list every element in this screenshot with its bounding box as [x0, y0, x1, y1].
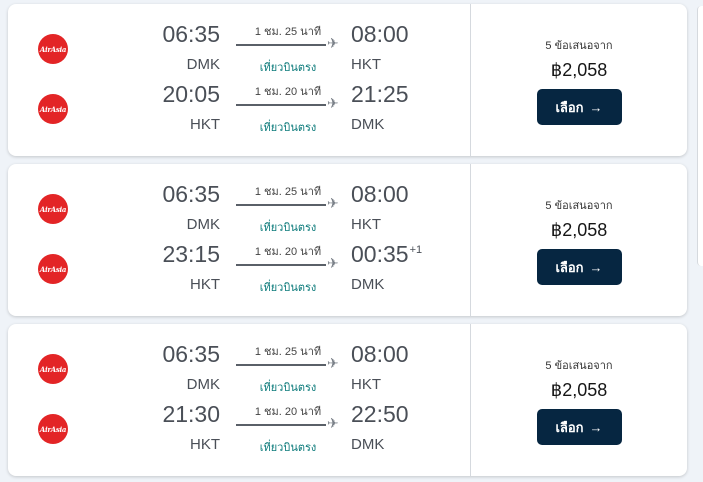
airline-logo: AirAsia	[38, 414, 68, 444]
arrival-airport: DMK	[351, 436, 385, 453]
route-line	[236, 204, 326, 206]
arrival-time-value: 21:25	[351, 81, 409, 107]
flight-leg: AirAsia 21:30 HKT 1 ชม. 20 นาที ✈ เที่ยว…	[8, 398, 470, 458]
route-line	[236, 44, 326, 46]
arrival-time-value: 00:35	[351, 241, 409, 267]
offer-panel: 5 ข้อเสนอจาก ฿2,058 เลือก →	[471, 324, 687, 476]
route-line	[236, 424, 326, 426]
arrival-airport: HKT	[351, 216, 381, 233]
offer-panel: 5 ข้อเสนอจาก ฿2,058 เลือก →	[471, 164, 687, 316]
departure-airport: DMK	[186, 216, 220, 233]
arrival-time-value: 08:00	[351, 21, 409, 47]
airline-logo: AirAsia	[38, 354, 68, 384]
flight-leg: AirAsia 20:05 HKT 1 ชม. 20 นาที ✈ เที่ยว…	[8, 78, 470, 138]
flight-leg: AirAsia 23:15 HKT 1 ชม. 20 นาที ✈ เที่ยว…	[8, 238, 470, 298]
select-button-label: เลือก	[555, 99, 584, 115]
offers-count: 5 ข้อเสนอจาก	[545, 200, 613, 212]
stops-label: เที่ยวบินตรง	[259, 442, 317, 454]
flight-legs: AirAsia 06:35 DMK 1 ชม. 25 นาที ✈ เที่ยว…	[8, 164, 470, 316]
arrival-time: 22:50	[351, 401, 410, 428]
side-panel-edge	[697, 6, 703, 266]
plane-icon: ✈	[327, 255, 339, 271]
departure-time: 06:35	[162, 181, 220, 207]
stops-label: เที่ยวบินตรง	[259, 282, 317, 294]
airline-logo: AirAsia	[38, 194, 68, 224]
flight-leg: AirAsia 06:35 DMK 1 ชม. 25 นาที ✈ เที่ยว…	[8, 338, 470, 398]
flight-results-list: AirAsia 06:35 DMK 1 ชม. 25 นาที ✈ เที่ยว…	[0, 0, 703, 482]
offers-count: 5 ข้อเสนอจาก	[545, 360, 613, 372]
select-button[interactable]: เลือก →	[536, 249, 622, 285]
airline-logo: AirAsia	[38, 254, 68, 284]
plane-icon: ✈	[327, 35, 339, 51]
plane-icon: ✈	[327, 355, 339, 371]
day-offset: +1	[409, 244, 423, 257]
stops-label: เที่ยวบินตรง	[259, 222, 317, 234]
arrival-airport: DMK	[351, 276, 385, 293]
departure-time: 21:30	[162, 401, 220, 427]
flight-leg: AirAsia 06:35 DMK 1 ชม. 25 นาที ✈ เที่ยว…	[8, 178, 470, 238]
arrow-right-icon: →	[589, 259, 603, 275]
offer-panel: 5 ข้อเสนอจาก ฿2,058 เลือก →	[471, 4, 687, 156]
flight-legs: AirAsia 06:35 DMK 1 ชม. 25 นาที ✈ เที่ยว…	[8, 4, 470, 156]
select-button[interactable]: เลือก →	[536, 409, 622, 445]
plane-icon: ✈	[327, 95, 339, 111]
arrival-time-value: 08:00	[351, 181, 409, 207]
route-line	[236, 264, 326, 266]
flight-duration: 1 ชม. 25 นาที	[254, 26, 322, 38]
departure-airport: DMK	[186, 376, 220, 393]
airline-logo: AirAsia	[38, 94, 68, 124]
flight-legs: AirAsia 06:35 DMK 1 ชม. 25 นาที ✈ เที่ยว…	[8, 324, 470, 476]
stops-label: เที่ยวบินตรง	[259, 62, 317, 74]
plane-icon: ✈	[327, 415, 339, 431]
departure-time: 20:05	[162, 81, 220, 107]
select-button-label: เลือก	[555, 419, 584, 435]
departure-time: 06:35	[162, 21, 220, 47]
price: ฿2,058	[550, 380, 608, 400]
arrival-time: 21:25	[351, 81, 410, 108]
flight-card[interactable]: AirAsia 06:35 DMK 1 ชม. 25 นาที ✈ เที่ยว…	[8, 4, 687, 156]
route-line	[236, 364, 326, 366]
select-button[interactable]: เลือก →	[536, 89, 622, 125]
flight-duration: 1 ชม. 20 นาที	[254, 246, 322, 258]
departure-airport: HKT	[190, 436, 220, 453]
departure-airport: DMK	[186, 56, 220, 73]
price: ฿2,058	[550, 220, 608, 240]
flight-duration: 1 ชม. 25 นาที	[254, 346, 322, 358]
offers-count: 5 ข้อเสนอจาก	[545, 40, 613, 52]
arrow-right-icon: →	[589, 99, 603, 115]
departure-airport: HKT	[190, 116, 220, 133]
arrival-time-value: 08:00	[351, 341, 409, 367]
flight-card[interactable]: AirAsia 06:35 DMK 1 ชม. 25 นาที ✈ เที่ยว…	[8, 324, 687, 476]
stops-label: เที่ยวบินตรง	[259, 382, 317, 394]
arrival-airport: HKT	[351, 376, 381, 393]
flight-duration: 1 ชม. 20 นาที	[254, 86, 322, 98]
departure-airport: HKT	[190, 276, 220, 293]
airline-logo: AirAsia	[38, 34, 68, 64]
stops-label: เที่ยวบินตรง	[259, 122, 317, 134]
arrival-airport: DMK	[351, 116, 385, 133]
arrival-airport: HKT	[351, 56, 381, 73]
arrival-time-value: 22:50	[351, 401, 409, 427]
route-line	[236, 104, 326, 106]
price: ฿2,058	[550, 60, 608, 80]
arrival-time: 08:00	[351, 341, 410, 368]
flight-leg: AirAsia 06:35 DMK 1 ชม. 25 นาที ✈ เที่ยว…	[8, 18, 470, 78]
flight-duration: 1 ชม. 20 นาที	[254, 406, 322, 418]
arrival-time: 00:35+1	[351, 241, 422, 268]
departure-time: 06:35	[162, 341, 220, 367]
arrow-right-icon: →	[589, 419, 603, 435]
select-button-label: เลือก	[555, 259, 584, 275]
arrival-time: 08:00	[351, 181, 410, 208]
arrival-time: 08:00	[351, 21, 410, 48]
flight-duration: 1 ชม. 25 นาที	[254, 186, 322, 198]
flight-card[interactable]: AirAsia 06:35 DMK 1 ชม. 25 นาที ✈ เที่ยว…	[8, 164, 687, 316]
plane-icon: ✈	[327, 195, 339, 211]
departure-time: 23:15	[162, 241, 220, 267]
